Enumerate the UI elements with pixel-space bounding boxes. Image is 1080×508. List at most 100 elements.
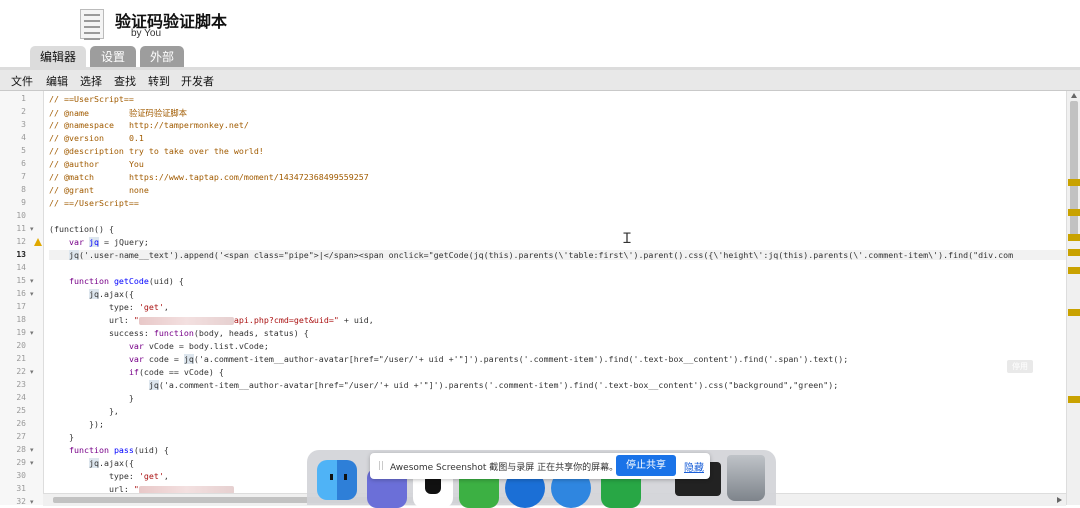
code-line: // ==/UserScript== bbox=[49, 198, 139, 208]
scroll-up-icon[interactable] bbox=[1071, 93, 1077, 98]
menu-file[interactable]: 文件 bbox=[11, 73, 33, 89]
line-number: 3 bbox=[21, 120, 26, 129]
code-token: ('.user-name__text').append('<span class… bbox=[78, 250, 1014, 260]
code-token: ('a.comment-item__author-avatar[href="/u… bbox=[158, 380, 839, 390]
line-number-current: 13 bbox=[16, 250, 26, 259]
code-line: } bbox=[49, 393, 134, 403]
menu-select[interactable]: 选择 bbox=[80, 73, 102, 89]
code-token: (uid) { bbox=[133, 445, 169, 455]
code-token: var bbox=[128, 341, 144, 351]
code-token: // @version bbox=[49, 133, 129, 143]
hide-link[interactable]: 隐藏 bbox=[684, 459, 704, 474]
code-token: }, bbox=[49, 406, 119, 416]
scroll-marker bbox=[1068, 267, 1080, 274]
code-token: .ajax({ bbox=[98, 289, 134, 299]
code-line: type: 'get', bbox=[49, 302, 169, 312]
disable-button[interactable]: 停用 bbox=[1007, 360, 1033, 373]
line-number: 8 bbox=[21, 185, 26, 194]
share-status-text: Awesome Screenshot 截图与录屏 正在共享你的屏幕。 bbox=[390, 463, 619, 473]
code-line: // @description try to take over the wor… bbox=[49, 146, 264, 156]
fold-toggle-icon[interactable]: ▾ bbox=[30, 459, 34, 467]
code-token: // @description bbox=[49, 146, 129, 156]
code-token: var bbox=[128, 354, 144, 364]
code-line: // @namespace http://tampermonkey.net/ bbox=[49, 120, 249, 130]
line-number: 28 bbox=[16, 445, 26, 454]
trash-icon[interactable] bbox=[727, 455, 765, 501]
code-editor[interactable]: 1 2 3 4 5 6 7 8 9 10 11 12 13 14 15 16 1… bbox=[0, 91, 1066, 505]
code-token: , bbox=[163, 471, 169, 481]
line-gutter: 1 2 3 4 5 6 7 8 9 10 11 12 13 14 15 16 1… bbox=[0, 91, 44, 505]
code-token: You bbox=[128, 159, 144, 169]
code-token: type: bbox=[49, 302, 139, 312]
vertical-scrollbar[interactable] bbox=[1066, 91, 1080, 505]
script-author: by You bbox=[131, 28, 162, 39]
line-number: 9 bbox=[21, 198, 26, 207]
line-number: 26 bbox=[16, 419, 26, 428]
code-token: type: bbox=[49, 471, 139, 481]
code-token: pass bbox=[113, 445, 134, 455]
scroll-marker bbox=[1068, 179, 1080, 186]
code-token: // @match bbox=[49, 172, 129, 182]
fold-toggle-icon[interactable]: ▾ bbox=[30, 277, 34, 285]
code-line: (function() { bbox=[49, 224, 114, 234]
scroll-right-icon[interactable] bbox=[1057, 497, 1062, 503]
code-token: // @namespace bbox=[49, 120, 129, 130]
warning-icon[interactable] bbox=[34, 238, 42, 246]
code-token: 'get' bbox=[138, 302, 164, 312]
fold-toggle-icon[interactable]: ▾ bbox=[30, 329, 34, 337]
code-token: code = bbox=[143, 354, 184, 364]
code-token: none bbox=[128, 185, 149, 195]
code-line: function getCode(uid) { bbox=[49, 276, 184, 286]
tab-settings[interactable]: 设置 bbox=[90, 46, 136, 68]
code-token: vCode = body.list.vCode; bbox=[143, 341, 269, 351]
menu-goto[interactable]: 转到 bbox=[148, 73, 170, 89]
line-number: 7 bbox=[21, 172, 26, 181]
code-line: var vCode = body.list.vCode; bbox=[49, 341, 269, 351]
code-line: }, bbox=[49, 406, 119, 416]
fold-toggle-icon[interactable]: ▾ bbox=[30, 290, 34, 298]
line-number: 23 bbox=[16, 380, 26, 389]
menu-bar: 文件 编辑 选择 查找 转到 开发者 bbox=[0, 70, 1080, 91]
screen-share-bar: || Awesome Screenshot 截图与录屏 正在共享你的屏幕。 停止… bbox=[370, 453, 710, 479]
line-number: 1 bbox=[21, 94, 26, 103]
code-token: url: bbox=[49, 315, 134, 325]
fold-toggle-icon[interactable]: ▾ bbox=[30, 498, 34, 505]
fold-toggle-icon[interactable]: ▾ bbox=[30, 225, 34, 233]
code-token: function bbox=[49, 276, 114, 286]
redacted-url bbox=[138, 316, 234, 325]
menu-find[interactable]: 查找 bbox=[114, 73, 136, 89]
tab-external[interactable]: 外部 bbox=[140, 46, 184, 68]
code-line: type: 'get', bbox=[49, 471, 169, 481]
code-line: // @grant none bbox=[49, 185, 149, 195]
code-token: getCode bbox=[113, 276, 149, 286]
code-token: // ==/UserScript== bbox=[49, 198, 139, 208]
finder-icon[interactable] bbox=[317, 460, 357, 500]
line-number: 22 bbox=[16, 367, 26, 376]
code-token: 'get' bbox=[138, 471, 164, 481]
drag-handle-icon[interactable]: || bbox=[378, 461, 384, 471]
tab-editor[interactable]: 编辑器 bbox=[30, 46, 86, 68]
code-token: api.php?cmd=get&uid=" bbox=[233, 315, 339, 325]
code-token: jq bbox=[68, 250, 79, 260]
code-token: + uid, bbox=[338, 315, 374, 325]
fold-toggle-icon[interactable]: ▾ bbox=[30, 368, 34, 376]
code-token: } bbox=[49, 432, 74, 442]
code-line: if(code == vCode) { bbox=[49, 367, 224, 377]
code-token: // @author bbox=[49, 159, 129, 169]
line-number: 2 bbox=[21, 107, 26, 116]
code-token: 验证码验证脚本 bbox=[128, 108, 188, 118]
stop-sharing-button[interactable]: 停止共享 bbox=[616, 455, 676, 476]
menu-edit[interactable]: 编辑 bbox=[46, 73, 68, 89]
code-token: (uid) { bbox=[148, 276, 184, 286]
code-token: try to take over the world! bbox=[128, 146, 264, 156]
code-token: } bbox=[49, 393, 134, 403]
code-token: = jQuery; bbox=[98, 237, 149, 247]
menu-developer[interactable]: 开发者 bbox=[181, 73, 214, 89]
fold-toggle-icon[interactable]: ▾ bbox=[30, 446, 34, 454]
code-line: } bbox=[49, 432, 74, 442]
scrollbar-thumb[interactable] bbox=[1070, 101, 1078, 241]
